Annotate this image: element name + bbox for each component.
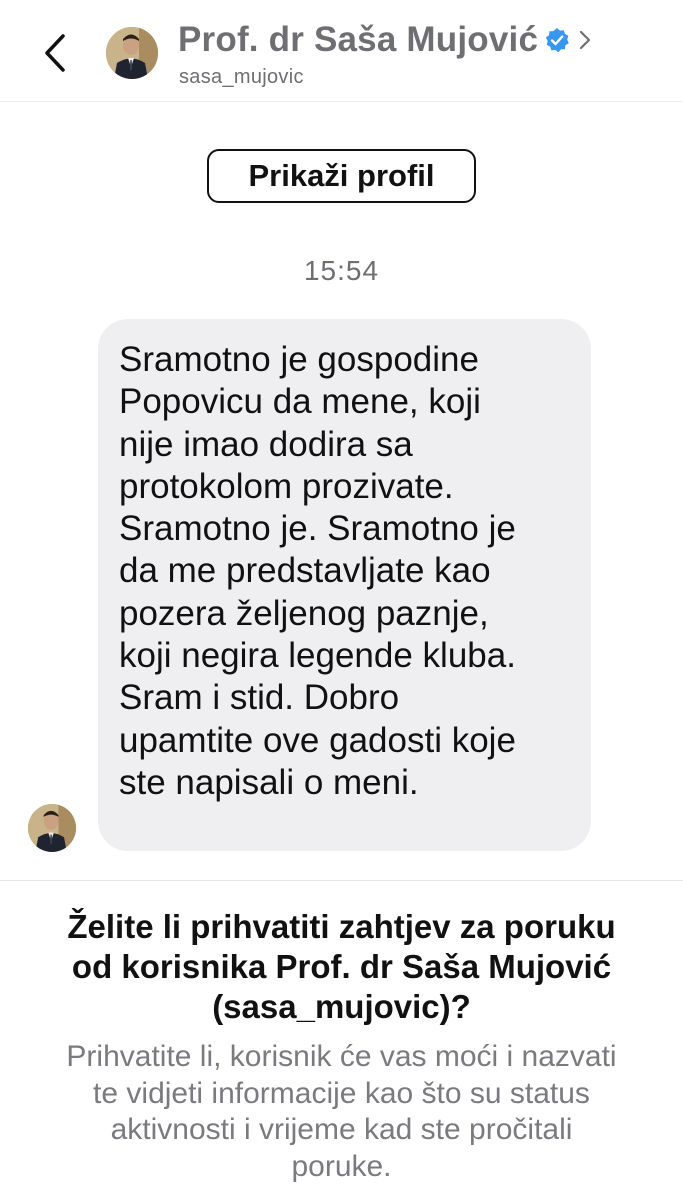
message-bubble[interactable]: Sramotno je gospodine Popovicu da mene, … [98,319,591,851]
display-name: Prof. dr Saša Mujović [178,20,539,59]
message-timestamp: 15:54 [303,255,380,286]
message-request-description: Prihvatite li, korisnik će vas moći i na… [66,1040,617,1183]
person-photo-icon [106,27,158,79]
verified-badge-icon [546,28,569,53]
back-chevron-icon [45,34,65,72]
message-request-title: Želite li prihvatiti zahtjev za poruku o… [67,908,616,1025]
chevron-right-icon [580,30,591,50]
section-divider [0,880,683,881]
message-text: Sramotno je gospodine Popovicu da mene, … [119,340,516,802]
sender-avatar[interactable] [28,804,76,852]
back-button[interactable] [38,30,72,76]
profile-name-link[interactable]: Prof. dr Saša Mujović [178,17,592,63]
person-photo-icon [28,804,76,852]
username: sasa_mujovic [179,66,304,88]
header-avatar[interactable] [106,27,158,79]
chat-header: Prof. dr Saša Mujović sasa_mujovic [0,0,683,102]
view-profile-button[interactable]: Prikaži profil [207,149,476,203]
